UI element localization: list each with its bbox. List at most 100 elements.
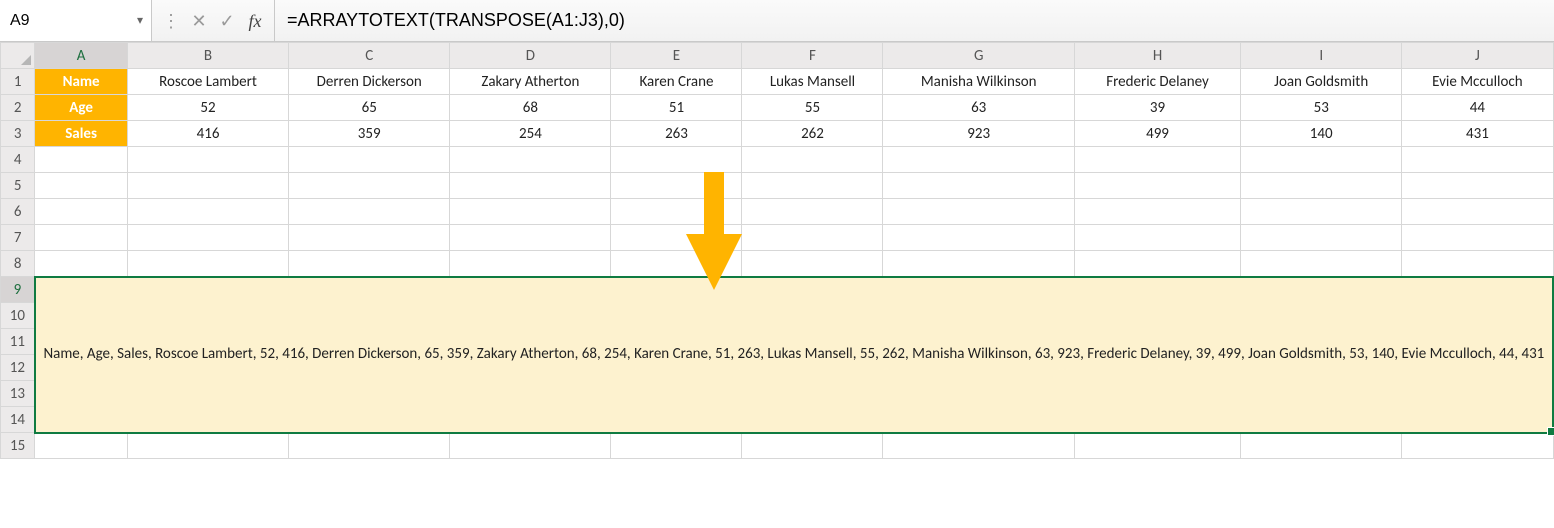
cell-empty[interactable] [1241, 251, 1402, 277]
column-header-J[interactable]: J [1402, 43, 1553, 69]
cell-name[interactable]: Evie Mcculloch [1402, 69, 1553, 95]
cell-empty[interactable] [883, 433, 1074, 459]
cell-empty[interactable] [127, 433, 288, 459]
column-header-H[interactable]: H [1074, 43, 1240, 69]
cell-empty[interactable] [742, 251, 883, 277]
cell-age[interactable]: 51 [611, 95, 742, 121]
row-header-14[interactable]: 14 [1, 407, 35, 433]
cell-empty[interactable] [1074, 199, 1240, 225]
cell-empty[interactable] [611, 199, 742, 225]
cell-empty[interactable] [35, 433, 128, 459]
formula-input[interactable] [285, 9, 1554, 32]
cell-empty[interactable] [1402, 147, 1553, 173]
row-header-2[interactable]: 2 [1, 95, 35, 121]
cell-empty[interactable] [1074, 251, 1240, 277]
cell-empty[interactable] [289, 251, 450, 277]
cell-empty[interactable] [1074, 147, 1240, 173]
cell-empty[interactable] [127, 147, 288, 173]
cell-empty[interactable] [35, 147, 128, 173]
column-header-G[interactable]: G [883, 43, 1074, 69]
row-header-7[interactable]: 7 [1, 225, 35, 251]
cell-empty[interactable] [450, 199, 611, 225]
cell-empty[interactable] [35, 225, 128, 251]
cell-age[interactable]: 65 [289, 95, 450, 121]
cell-empty[interactable] [883, 173, 1074, 199]
cell-sales[interactable]: 254 [450, 121, 611, 147]
cell-empty[interactable] [450, 173, 611, 199]
cell-empty[interactable] [1241, 433, 1402, 459]
cell-empty[interactable] [450, 147, 611, 173]
cell-empty[interactable] [1402, 199, 1553, 225]
row-header-1[interactable]: 1 [1, 69, 35, 95]
cell-empty[interactable] [742, 225, 883, 251]
row-header-8[interactable]: 8 [1, 251, 35, 277]
cell-sales[interactable]: 499 [1074, 121, 1240, 147]
row-header-15[interactable]: 15 [1, 433, 35, 459]
enter-icon[interactable]: ✓ [216, 12, 238, 30]
column-header-F[interactable]: F [742, 43, 883, 69]
cell-empty[interactable] [611, 173, 742, 199]
result-cell[interactable]: Name, Age, Sales, Roscoe Lambert, 52, 41… [35, 277, 1553, 433]
column-header-I[interactable]: I [1241, 43, 1402, 69]
row-header-11[interactable]: 11 [1, 329, 35, 355]
cell-name[interactable]: Roscoe Lambert [127, 69, 288, 95]
row-header-3[interactable]: 3 [1, 121, 35, 147]
cell-age[interactable]: 55 [742, 95, 883, 121]
cell-empty[interactable] [1402, 433, 1553, 459]
cell-empty[interactable] [35, 199, 128, 225]
cell-empty[interactable] [289, 225, 450, 251]
cell-empty[interactable] [450, 433, 611, 459]
row-header-13[interactable]: 13 [1, 381, 35, 407]
cell-empty[interactable] [1402, 173, 1553, 199]
cell-empty[interactable] [883, 225, 1074, 251]
cancel-icon[interactable]: ✕ [188, 12, 210, 30]
cell-empty[interactable] [1241, 225, 1402, 251]
cell-age[interactable]: 68 [450, 95, 611, 121]
cell-name[interactable]: Frederic Delaney [1074, 69, 1240, 95]
cell-empty[interactable] [35, 173, 128, 199]
insert-function-icon[interactable]: fx [244, 12, 266, 30]
cell-empty[interactable] [450, 225, 611, 251]
cell-name[interactable]: Manisha Wilkinson [883, 69, 1074, 95]
name-box[interactable]: ▾ [0, 0, 152, 41]
chevron-down-icon[interactable]: ▾ [137, 13, 143, 28]
cell-age[interactable]: 63 [883, 95, 1074, 121]
cell-empty[interactable] [1074, 173, 1240, 199]
row-label-name[interactable]: Name [35, 69, 128, 95]
column-header-C[interactable]: C [289, 43, 450, 69]
cell-name[interactable]: Derren Dickerson [289, 69, 450, 95]
cell-name[interactable]: Karen Crane [611, 69, 742, 95]
cell-name[interactable]: Joan Goldsmith [1241, 69, 1402, 95]
row-header-9[interactable]: 9 [1, 277, 35, 303]
spreadsheet-grid[interactable]: ABCDEFGHIJ1NameRoscoe LambertDerren Dick… [0, 42, 1554, 459]
row-header-4[interactable]: 4 [1, 147, 35, 173]
name-box-input[interactable] [8, 11, 137, 31]
cell-empty[interactable] [883, 147, 1074, 173]
cell-name[interactable]: Zakary Atherton [450, 69, 611, 95]
select-all-corner[interactable] [1, 43, 35, 69]
cell-empty[interactable] [35, 251, 128, 277]
cell-empty[interactable] [1074, 225, 1240, 251]
cell-empty[interactable] [289, 147, 450, 173]
column-header-B[interactable]: B [127, 43, 288, 69]
cell-empty[interactable] [289, 173, 450, 199]
cell-empty[interactable] [450, 251, 611, 277]
cell-empty[interactable] [1074, 433, 1240, 459]
cell-age[interactable]: 44 [1402, 95, 1553, 121]
cell-empty[interactable] [127, 199, 288, 225]
cell-age[interactable]: 52 [127, 95, 288, 121]
cell-empty[interactable] [1241, 147, 1402, 173]
formula-input-wrap[interactable] [275, 0, 1554, 41]
cell-empty[interactable] [742, 433, 883, 459]
cell-sales[interactable]: 923 [883, 121, 1074, 147]
cell-empty[interactable] [883, 199, 1074, 225]
worksheet[interactable]: ABCDEFGHIJ1NameRoscoe LambertDerren Dick… [0, 42, 1554, 459]
row-label-sales[interactable]: Sales [35, 121, 128, 147]
cell-sales[interactable]: 431 [1402, 121, 1553, 147]
cell-empty[interactable] [1241, 173, 1402, 199]
cell-sales[interactable]: 262 [742, 121, 883, 147]
cell-empty[interactable] [1241, 199, 1402, 225]
cell-empty[interactable] [742, 199, 883, 225]
cell-empty[interactable] [127, 225, 288, 251]
cell-empty[interactable] [742, 147, 883, 173]
